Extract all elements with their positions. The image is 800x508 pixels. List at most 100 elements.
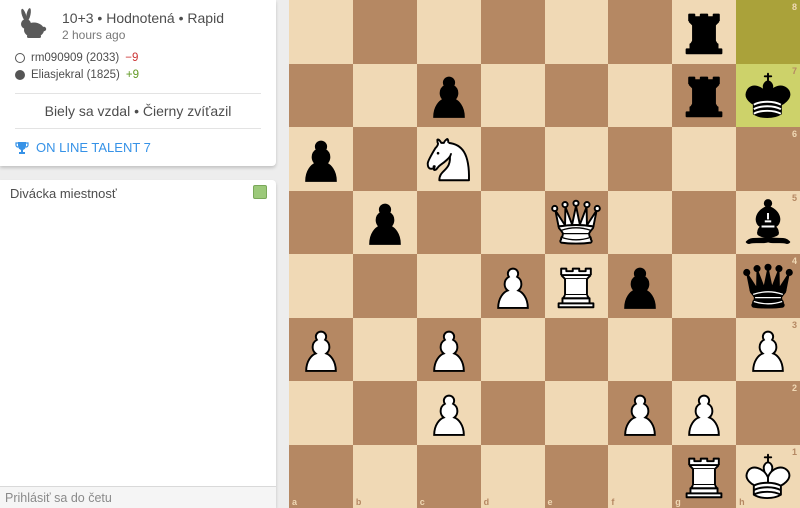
- black-king-icon[interactable]: [739, 66, 797, 124]
- square-d8[interactable]: [480, 0, 545, 64]
- square-d5[interactable]: [480, 190, 545, 254]
- square-a5[interactable]: [289, 190, 353, 254]
- square-b6[interactable]: [352, 127, 417, 191]
- white-knight-icon[interactable]: [420, 130, 478, 188]
- square-f7[interactable]: [608, 63, 673, 127]
- black-queen-icon[interactable]: [739, 257, 797, 315]
- black-rook-icon[interactable]: [675, 3, 733, 61]
- white-pawn-icon[interactable]: [420, 320, 478, 378]
- square-a1[interactable]: a: [289, 444, 353, 508]
- file-coordinate: f: [611, 497, 615, 507]
- square-h8[interactable]: 8: [736, 0, 800, 64]
- square-b2[interactable]: [352, 381, 417, 445]
- square-d7[interactable]: [480, 63, 545, 127]
- square-a3[interactable]: [289, 317, 353, 381]
- white-pawn-icon[interactable]: [675, 384, 733, 442]
- square-c5[interactable]: [416, 190, 481, 254]
- square-b1[interactable]: b: [352, 444, 417, 508]
- square-e5[interactable]: [544, 190, 609, 254]
- white-dot-icon: [15, 53, 25, 63]
- tournament-name: ON LINE TALENT 7: [36, 140, 151, 155]
- square-c8[interactable]: [416, 0, 481, 64]
- square-e6[interactable]: [544, 127, 609, 191]
- square-c6[interactable]: [416, 127, 481, 191]
- square-a2[interactable]: [289, 381, 353, 445]
- square-g4[interactable]: [672, 254, 737, 318]
- game-result: Biely sa vzdal • Čierny zvíťazil: [44, 103, 232, 119]
- player-name-link[interactable]: rm090909 (2033): [31, 52, 119, 64]
- square-h2[interactable]: 2: [736, 381, 800, 445]
- square-c3[interactable]: [416, 317, 481, 381]
- white-pawn-icon[interactable]: [292, 320, 350, 378]
- square-c2[interactable]: [416, 381, 481, 445]
- chat-toggle[interactable]: [253, 185, 267, 199]
- square-b4[interactable]: [352, 254, 417, 318]
- square-g1[interactable]: g: [672, 444, 737, 508]
- square-b7[interactable]: [352, 63, 417, 127]
- square-e7[interactable]: [544, 63, 609, 127]
- file-coordinate: h: [739, 497, 745, 507]
- square-g2[interactable]: [672, 381, 737, 445]
- rank-coordinate: 4: [791, 256, 797, 266]
- square-c4[interactable]: [416, 254, 481, 318]
- black-rook-icon[interactable]: [675, 66, 733, 124]
- black-pawn-icon[interactable]: [611, 257, 669, 315]
- black-bishop-icon[interactable]: [739, 193, 797, 251]
- square-h7[interactable]: 7: [736, 63, 800, 127]
- square-h3[interactable]: 3: [736, 317, 800, 381]
- square-f3[interactable]: [608, 317, 673, 381]
- square-e1[interactable]: e: [544, 444, 609, 508]
- square-e3[interactable]: [544, 317, 609, 381]
- chess-board[interactable]: 8765 4 32 abc def g1h: [289, 0, 800, 508]
- square-b8[interactable]: [352, 0, 417, 64]
- white-pawn-icon[interactable]: [611, 384, 669, 442]
- chat-input[interactable]: [0, 486, 276, 508]
- square-a4[interactable]: [289, 254, 353, 318]
- square-f1[interactable]: f: [608, 444, 673, 508]
- square-a7[interactable]: [289, 63, 353, 127]
- file-coordinate: c: [419, 497, 425, 507]
- square-f6[interactable]: [608, 127, 673, 191]
- square-f4[interactable]: [608, 254, 673, 318]
- square-g6[interactable]: [672, 127, 737, 191]
- square-d6[interactable]: [480, 127, 545, 191]
- white-rook-icon[interactable]: [675, 447, 733, 505]
- square-b3[interactable]: [352, 317, 417, 381]
- game-info-card: 10+3 • Hodnotená • Rapid 2 hours ago rm0…: [0, 0, 276, 166]
- square-c1[interactable]: c: [416, 444, 481, 508]
- square-h5[interactable]: 5: [736, 190, 800, 254]
- white-queen-icon[interactable]: [547, 193, 605, 251]
- square-h1[interactable]: 1h: [736, 444, 800, 508]
- square-g7[interactable]: [672, 63, 737, 127]
- square-f8[interactable]: [608, 0, 673, 64]
- black-pawn-icon[interactable]: [356, 193, 414, 251]
- square-g5[interactable]: [672, 190, 737, 254]
- tournament-link[interactable]: ON LINE TALENT 7: [15, 140, 151, 155]
- white-rook-icon[interactable]: [547, 257, 605, 315]
- chat-panel: Divácka miestnosť: [0, 180, 276, 508]
- square-a6[interactable]: [289, 127, 353, 191]
- white-pawn-icon[interactable]: [739, 320, 797, 378]
- square-f2[interactable]: [608, 381, 673, 445]
- square-d2[interactable]: [480, 381, 545, 445]
- square-f5[interactable]: [608, 190, 673, 254]
- square-g8[interactable]: [672, 0, 737, 64]
- square-e4[interactable]: [544, 254, 609, 318]
- black-pawn-icon[interactable]: [420, 66, 478, 124]
- square-h4[interactable]: 4: [736, 254, 800, 318]
- square-b5[interactable]: [352, 190, 417, 254]
- square-a8[interactable]: [289, 0, 353, 64]
- white-pawn-icon[interactable]: [484, 257, 542, 315]
- black-pawn-icon[interactable]: [292, 130, 350, 188]
- square-c7[interactable]: [416, 63, 481, 127]
- square-d3[interactable]: [480, 317, 545, 381]
- white-king-icon[interactable]: [739, 447, 797, 505]
- square-h6[interactable]: 6: [736, 127, 800, 191]
- square-e8[interactable]: [544, 0, 609, 64]
- square-d1[interactable]: d: [480, 444, 545, 508]
- square-g3[interactable]: [672, 317, 737, 381]
- square-d4[interactable]: [480, 254, 545, 318]
- square-e2[interactable]: [544, 381, 609, 445]
- player-name-link[interactable]: Eliasjekral (1825): [31, 69, 120, 81]
- white-pawn-icon[interactable]: [420, 384, 478, 442]
